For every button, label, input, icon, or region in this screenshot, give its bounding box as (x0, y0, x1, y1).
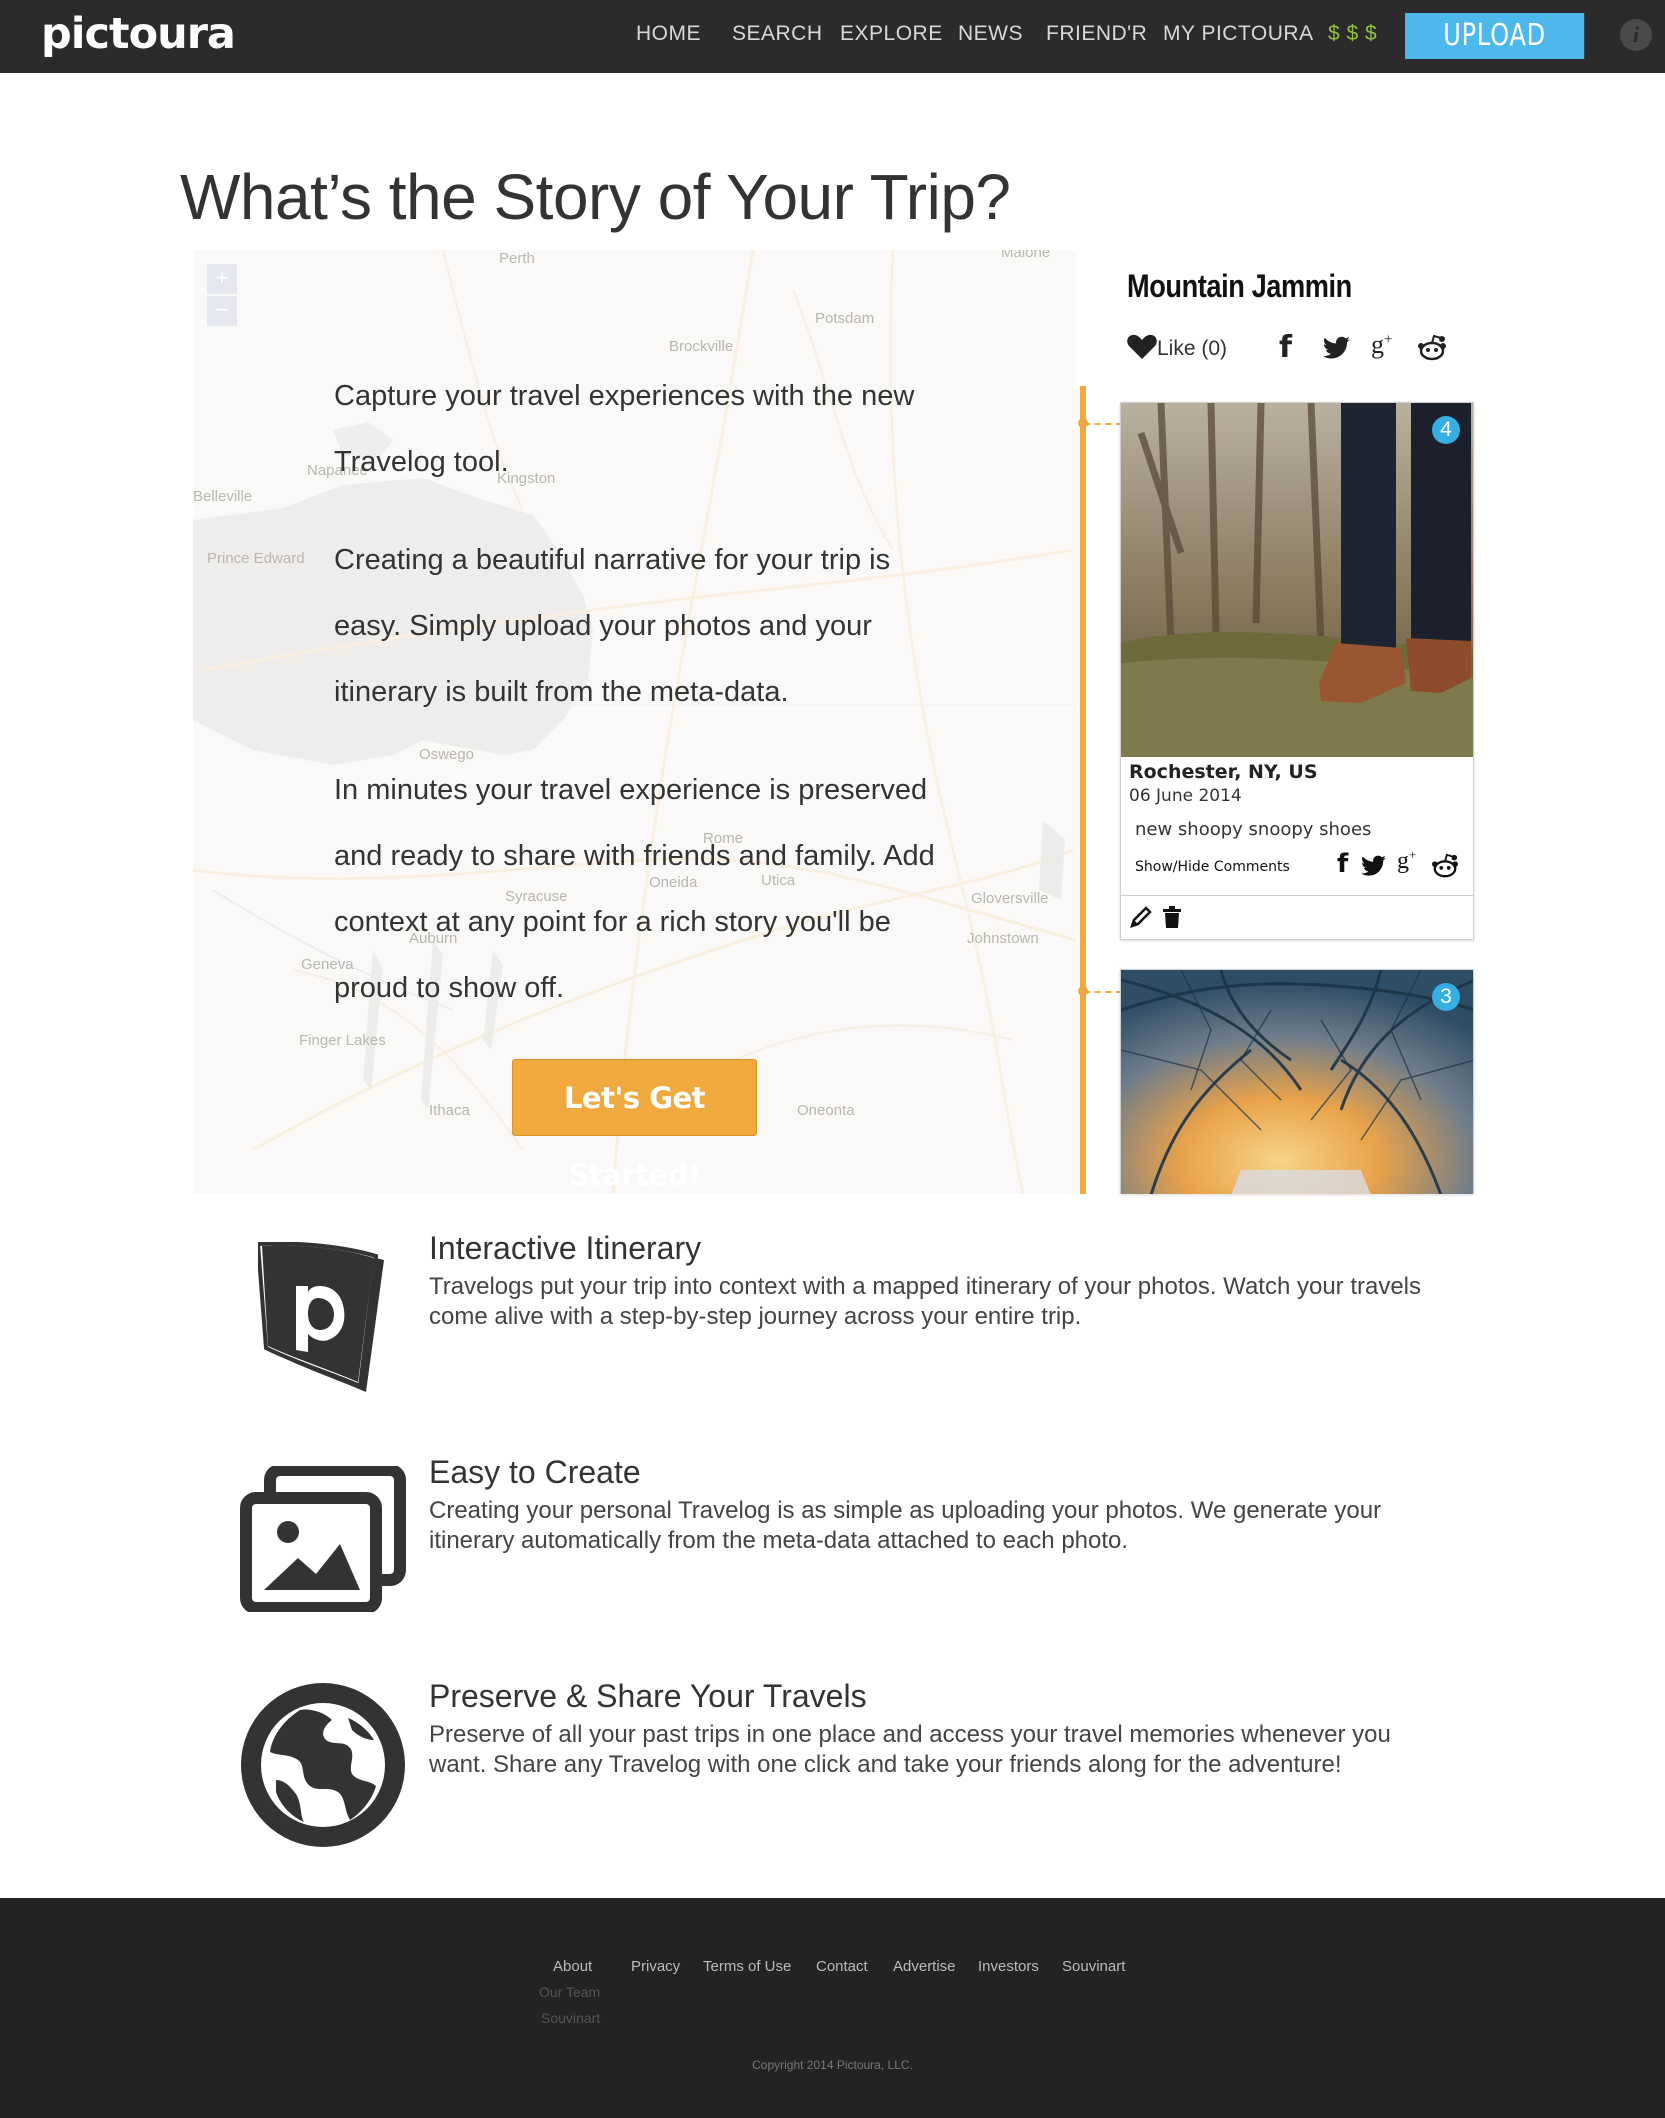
map-place-label: Ithaca (429, 1102, 470, 1119)
map-place-label: Johnstown (967, 930, 1039, 947)
feature-title: Interactive Itinerary (429, 1230, 702, 1266)
timeline-connector (1084, 991, 1122, 993)
photo-trees-sunset[interactable] (1121, 970, 1474, 1194)
feature-title: Easy to Create (429, 1454, 641, 1490)
footer-link-contact[interactable]: Contact (816, 1958, 868, 1975)
upload-button[interactable]: UPLOAD (1405, 13, 1585, 59)
nav-home[interactable]: HOME (636, 22, 701, 46)
heart-icon[interactable] (1127, 334, 1157, 360)
nav-explore[interactable]: EXPLORE (840, 22, 943, 46)
top-navigation-bar: pictoura HOME SEARCH EXPLORE NEWS FRIEND… (0, 0, 1665, 73)
twitter-icon[interactable] (1361, 855, 1387, 877)
delete-trash-icon[interactable] (1161, 905, 1183, 929)
photo-caption: new shoopy snoopy shoes (1135, 819, 1372, 840)
globe-icon (241, 1683, 405, 1847)
map-zoom-in-button[interactable]: + (207, 264, 237, 294)
map-place-label: Finger Lakes (299, 1032, 386, 1049)
footer-link-investors[interactable]: Investors (978, 1958, 1039, 1975)
pictoura-book-icon (258, 1242, 384, 1392)
footer-sublink-souvinart[interactable]: Souvinart (541, 2010, 600, 2026)
map-place-label: Gloversville (971, 890, 1049, 907)
map-place-label: Potsdam (815, 310, 875, 327)
nav-friendr[interactable]: FRIEND'R (1046, 22, 1147, 46)
map-place-label: Prince Edward (207, 550, 305, 567)
card-divider (1121, 895, 1473, 896)
footer-link-souvinart[interactable]: Souvinart (1062, 1958, 1125, 1975)
travelog-title: Mountain Jammin (1127, 268, 1352, 304)
google-plus-icon[interactable]: g+ (1371, 330, 1392, 360)
nav-news[interactable]: NEWS (958, 22, 1023, 46)
twitter-icon[interactable] (1323, 336, 1351, 360)
timeline-connector (1084, 423, 1122, 425)
timeline-line (1080, 386, 1086, 1194)
photo-shoes-on-log[interactable] (1121, 403, 1474, 757)
page-title: What’s the Story of Your Trip? (180, 161, 1011, 233)
photo-location: Rochester, NY, US (1129, 761, 1318, 783)
map-place-label: Perth (499, 250, 535, 267)
nav-money[interactable]: $ $ $ (1328, 22, 1377, 46)
nav-search[interactable]: SEARCH (732, 22, 823, 46)
google-plus-icon[interactable]: g+ (1397, 847, 1416, 875)
reddit-icon[interactable] (1431, 853, 1459, 879)
get-started-button[interactable]: Let's Get Started! (512, 1059, 757, 1192)
facebook-icon[interactable]: f (1337, 849, 1348, 879)
feature-description: Creating your personal Travelog is as si… (429, 1497, 1382, 1554)
footer-sublink-our-team[interactable]: Our Team (539, 1984, 600, 2000)
intro-paragraph: Capture your travel experiences with the… (334, 380, 915, 478)
travelog-photo-card[interactable]: 3 (1120, 969, 1474, 1194)
map-place-label: Malone (1001, 250, 1051, 261)
footer: About Privacy Terms of Use Contact Adver… (0, 1898, 1665, 2118)
show-hide-comments-link[interactable]: Show/Hide Comments (1135, 859, 1290, 875)
feature-title: Preserve & Share Your Travels (429, 1678, 867, 1714)
like-count[interactable]: Like (0) (1157, 337, 1227, 361)
info-icon[interactable]: i (1620, 19, 1652, 51)
map-place-label: Belleville (193, 488, 253, 505)
travelog-photo-card[interactable]: 4 Rochester, NY, US 06 June 2014 new sho… (1120, 402, 1474, 940)
feature-description: Travelogs put your trip into context wit… (429, 1273, 1422, 1330)
copyright-text: Copyright 2014 Pictoura, LLC. (752, 2058, 913, 2072)
footer-link-privacy[interactable]: Privacy (631, 1958, 680, 1975)
photo-order-badge: 3 (1432, 983, 1460, 1011)
reddit-icon[interactable] (1417, 334, 1447, 362)
edit-pencil-icon[interactable] (1129, 905, 1153, 929)
photo-order-badge: 4 (1432, 416, 1460, 444)
map-place-label: Oneonta (797, 1102, 855, 1119)
pictoura-logo[interactable]: pictoura (41, 9, 236, 59)
nav-my-pictoura[interactable]: MY PICTOURA (1163, 22, 1314, 46)
footer-link-about[interactable]: About (553, 1958, 592, 1975)
map-zoom-out-button[interactable]: − (207, 296, 237, 326)
photo-date: 06 June 2014 (1129, 786, 1242, 806)
facebook-icon[interactable]: f (1279, 330, 1292, 365)
footer-link-terms[interactable]: Terms of Use (703, 1958, 791, 1975)
feature-description: Preserve of all your past trips in one p… (429, 1721, 1391, 1778)
map-place-label: Brockville (669, 338, 734, 355)
intro-paragraph: Creating a beautiful narrative for your … (334, 544, 891, 708)
photos-icon (240, 1466, 406, 1612)
footer-link-advertise[interactable]: Advertise (893, 1958, 956, 1975)
intro-paragraph: In minutes your travel experience is pre… (334, 774, 935, 1004)
